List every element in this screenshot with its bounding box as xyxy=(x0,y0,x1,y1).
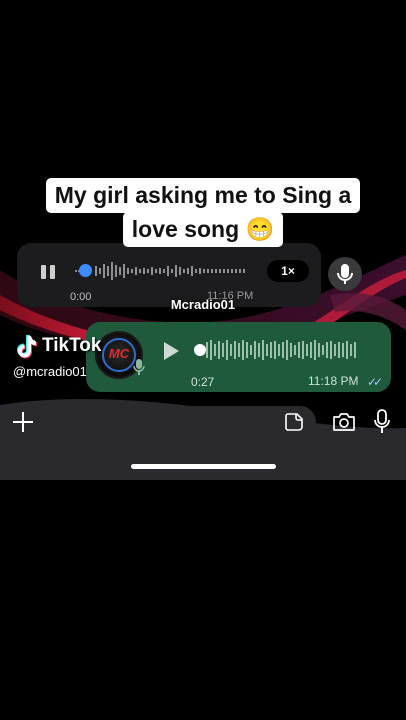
playhead[interactable] xyxy=(79,264,92,277)
camera-icon[interactable] xyxy=(332,412,356,432)
tiktok-brand: TikTok xyxy=(42,335,102,356)
caption-line-1: My girl asking me to Sing a xyxy=(45,178,361,213)
pause-icon[interactable] xyxy=(39,263,57,281)
playhead[interactable] xyxy=(194,344,206,356)
double-check-icon: ✓✓ xyxy=(367,375,383,389)
tiktok-logo-icon xyxy=(17,335,37,359)
tiktok-branding: TikTok @mcradio01 xyxy=(13,333,101,379)
sticker-icon[interactable] xyxy=(285,413,303,431)
message-input-bar xyxy=(0,400,406,445)
duration: 0:27 xyxy=(191,375,215,389)
microphone-icon xyxy=(133,359,145,375)
outgoing-voice-message: MC 0:27 11:18 PM ✓✓ xyxy=(86,322,391,392)
waveform[interactable] xyxy=(204,338,376,360)
caption-line-2: love song 😁 xyxy=(122,212,284,247)
microphone-icon xyxy=(337,264,353,284)
plus-icon[interactable] xyxy=(11,410,35,434)
message-field[interactable] xyxy=(46,406,316,438)
tiktok-handle: @mcradio01 xyxy=(13,364,87,379)
waveform[interactable] xyxy=(73,260,253,282)
play-icon[interactable] xyxy=(164,342,179,360)
record-voice-button[interactable] xyxy=(328,257,362,291)
home-indicator[interactable] xyxy=(131,464,276,469)
message-timestamp: 11:18 PM xyxy=(308,374,359,388)
playback-speed-button[interactable]: 1× xyxy=(267,260,309,282)
caption: My girl asking me to Sing a love song 😁 xyxy=(0,178,406,247)
microphone-icon[interactable] xyxy=(373,409,391,435)
watermark: Mcradio01 xyxy=(170,297,236,312)
video-frame: My girl asking me to Sing a love song 😁 xyxy=(0,0,406,480)
